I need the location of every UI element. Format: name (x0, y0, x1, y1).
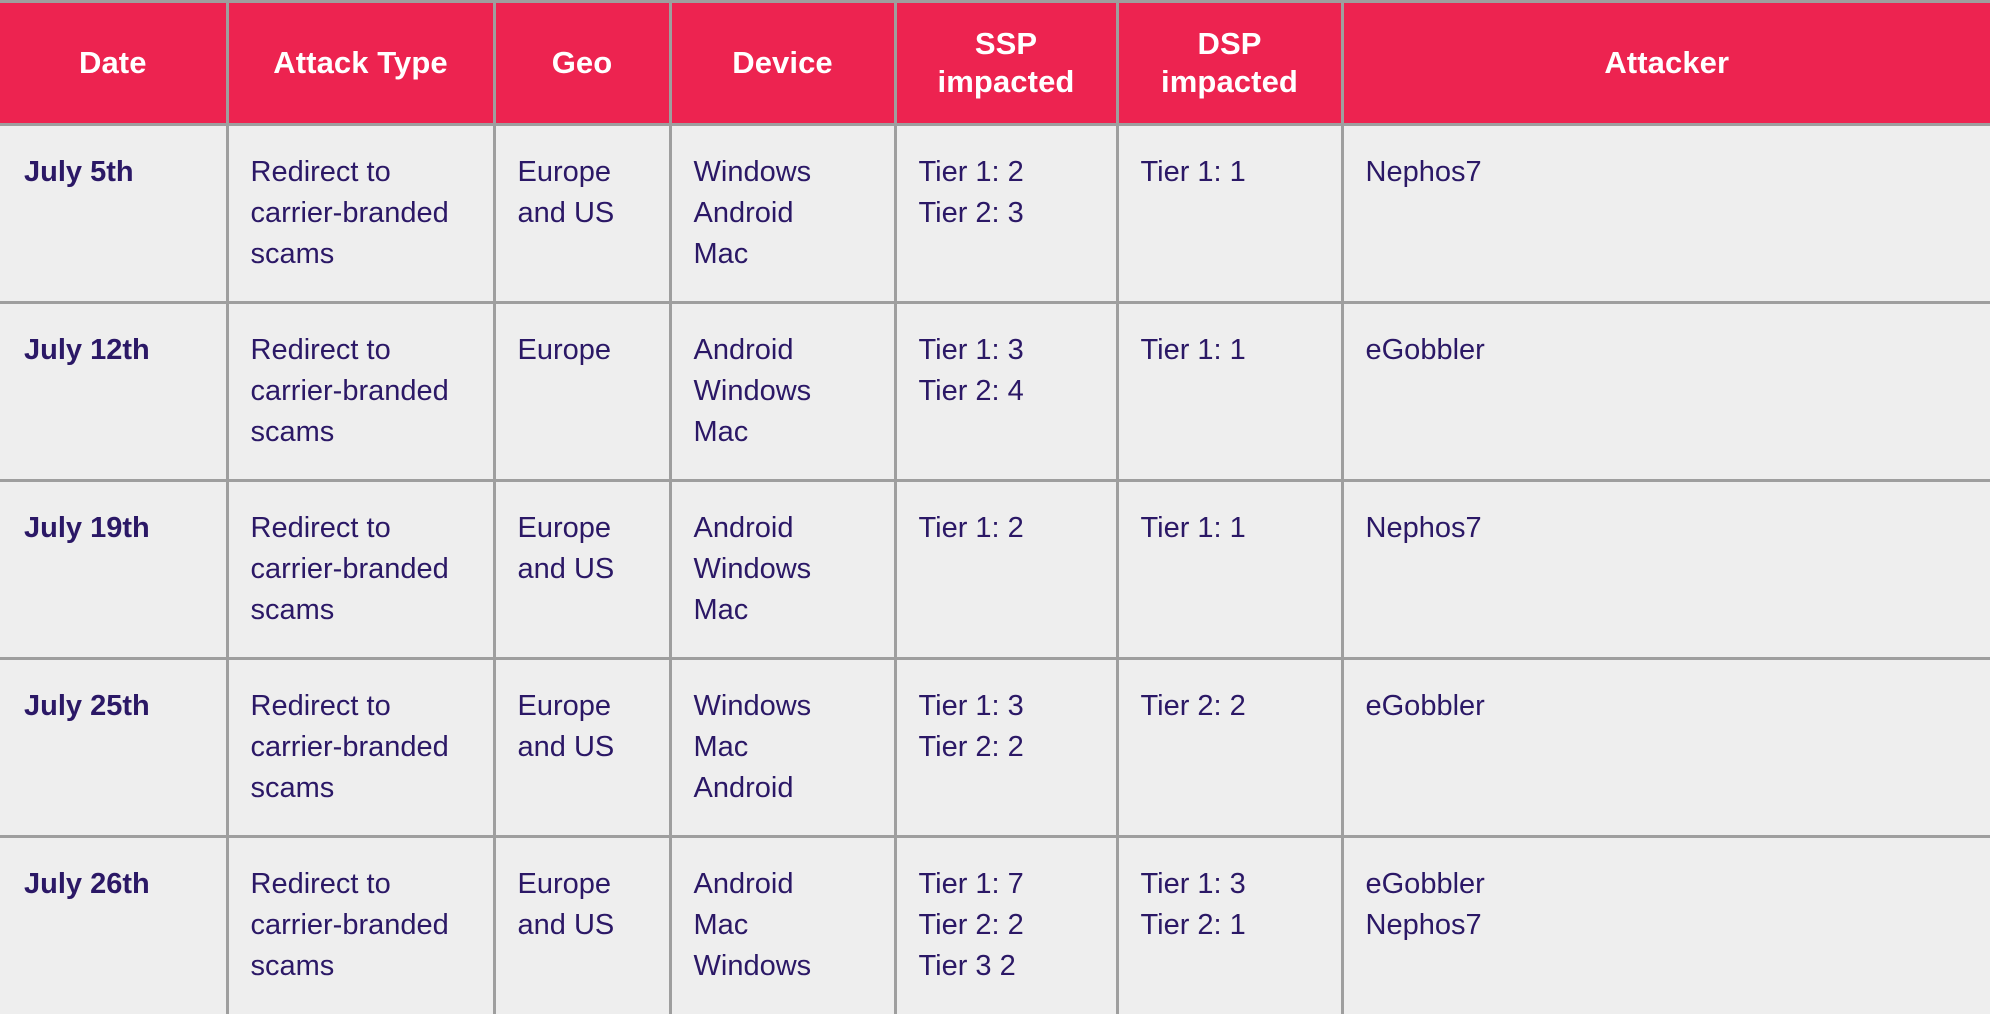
cell-geo: Europe and US (494, 480, 672, 660)
cell-device: Android Windows Mac (670, 480, 897, 660)
table-row: July 25th Redirect to carrier-branded sc… (0, 658, 1990, 838)
cell-attacker: Nephos7 (1342, 124, 1990, 304)
cell-ssp-impacted: Tier 1: 3 Tier 2: 2 (895, 658, 1119, 838)
cell-geo: Europe and US (494, 658, 672, 838)
table-row: July 26th Redirect to carrier-branded sc… (0, 836, 1990, 1014)
column-header-ssp-impacted[interactable]: SSP impacted (895, 3, 1119, 126)
cell-device: Android Windows Mac (670, 302, 897, 482)
cell-attack-type: Redirect to carrier-branded scams (227, 836, 496, 1014)
cell-ssp-impacted: Tier 1: 7 Tier 2: 2 Tier 3 2 (895, 836, 1119, 1014)
cell-geo: Europe and US (494, 124, 672, 304)
column-header-date[interactable]: Date (0, 3, 229, 126)
cell-attacker: eGobbler (1342, 302, 1990, 482)
cell-attack-type: Redirect to carrier-branded scams (227, 658, 496, 838)
table-row: July 19th Redirect to carrier-branded sc… (0, 480, 1990, 660)
cell-device: Android Mac Windows (670, 836, 897, 1014)
column-header-attacker[interactable]: Attacker (1342, 3, 1990, 126)
table-body: July 5th Redirect to carrier-branded sca… (0, 124, 1990, 1014)
cell-geo: Europe and US (494, 836, 672, 1014)
cell-date: July 25th (0, 658, 229, 838)
cell-date: July 12th (0, 302, 229, 482)
cell-attacker: eGobbler Nephos7 (1342, 836, 1990, 1014)
cell-attacker: eGobbler (1342, 658, 1990, 838)
cell-date: July 5th (0, 124, 229, 304)
cell-dsp-impacted: Tier 1: 1 (1117, 480, 1344, 660)
table-row: July 5th Redirect to carrier-branded sca… (0, 124, 1990, 304)
cell-dsp-impacted: Tier 1: 1 (1117, 302, 1344, 482)
cell-date: July 26th (0, 836, 229, 1014)
attack-summary-table-container: Date Attack Type Geo Device SSP impacted… (0, 0, 1990, 1014)
column-header-dsp-impacted[interactable]: DSP impacted (1117, 3, 1344, 126)
cell-dsp-impacted: Tier 2: 2 (1117, 658, 1344, 838)
cell-ssp-impacted: Tier 1: 2 (895, 480, 1119, 660)
header-row: Date Attack Type Geo Device SSP impacted… (0, 3, 1990, 126)
cell-device: Windows Mac Android (670, 658, 897, 838)
cell-device: Windows Android Mac (670, 124, 897, 304)
attack-summary-table: Date Attack Type Geo Device SSP impacted… (0, 3, 1990, 1014)
cell-ssp-impacted: Tier 1: 2 Tier 2: 3 (895, 124, 1119, 304)
column-header-device[interactable]: Device (670, 3, 897, 126)
table-row: July 12th Redirect to carrier-branded sc… (0, 302, 1990, 482)
cell-dsp-impacted: Tier 1: 3 Tier 2: 1 (1117, 836, 1344, 1014)
table-header: Date Attack Type Geo Device SSP impacted… (0, 3, 1990, 126)
cell-attacker: Nephos7 (1342, 480, 1990, 660)
column-header-geo[interactable]: Geo (494, 3, 672, 126)
cell-dsp-impacted: Tier 1: 1 (1117, 124, 1344, 304)
cell-geo: Europe (494, 302, 672, 482)
cell-attack-type: Redirect to carrier-branded scams (227, 480, 496, 660)
cell-attack-type: Redirect to carrier-branded scams (227, 302, 496, 482)
cell-attack-type: Redirect to carrier-branded scams (227, 124, 496, 304)
cell-ssp-impacted: Tier 1: 3 Tier 2: 4 (895, 302, 1119, 482)
column-header-attack-type[interactable]: Attack Type (227, 3, 496, 126)
cell-date: July 19th (0, 480, 229, 660)
